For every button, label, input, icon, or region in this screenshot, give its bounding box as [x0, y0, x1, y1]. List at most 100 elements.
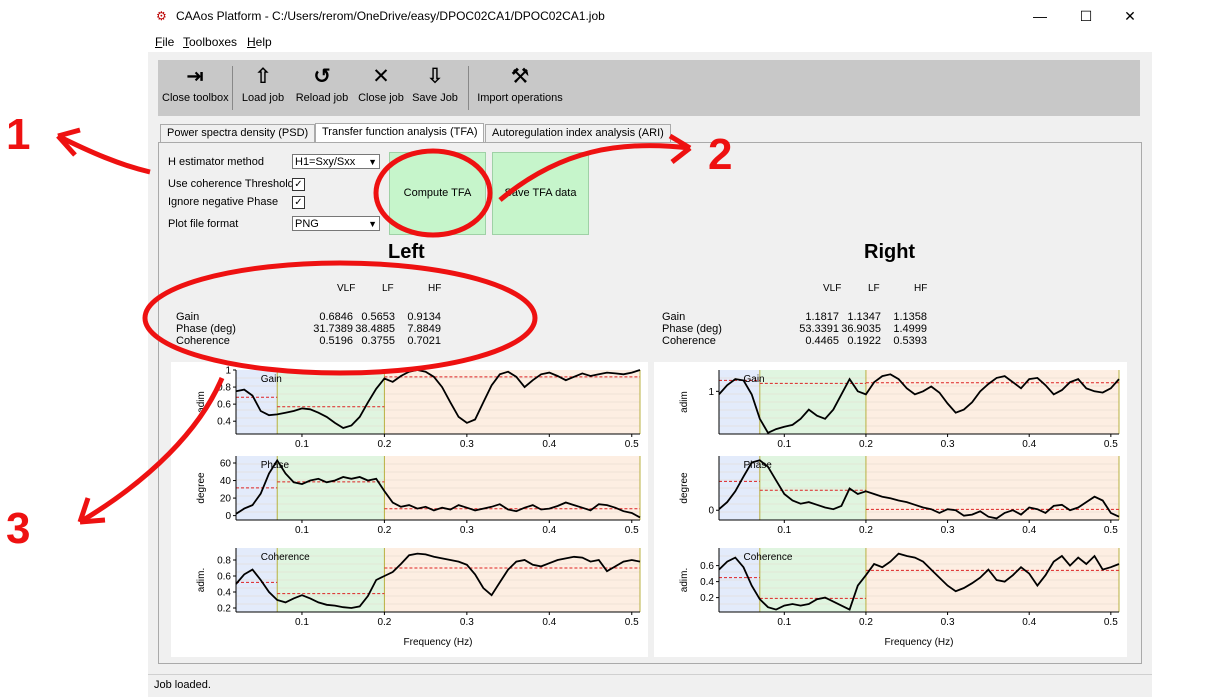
y-tick-label: 0.8 — [217, 556, 231, 567]
minimize-button[interactable]: — — [1018, 4, 1062, 28]
menu-toolboxes[interactable]: Toolboxes — [183, 35, 237, 49]
plot-title: Coherence — [743, 552, 792, 563]
left-plots-svg: 1 0.8 0.6 0.4 0.1 0.2 0.3 0.4 0.5 adim Gain 60 40 20 0… — [196, 366, 641, 648]
left-title: Left — [388, 241, 425, 263]
tab-tfa[interactable]: Transfer function analysis (TFA) — [315, 123, 485, 143]
ignore-negative-phase-checkbox[interactable]: ✓ — [292, 196, 305, 209]
row-coherence-label: Coherence — [176, 335, 230, 347]
row-coherence-label: Coherence — [662, 335, 716, 347]
y-axis-label: adim — [196, 391, 207, 413]
right-coherence-hf: 0.5393 — [893, 335, 927, 347]
row-phase-label: Phase (deg) — [176, 323, 236, 335]
x-tick-label: 0.3 — [941, 617, 955, 628]
close-icon: ✕ — [372, 65, 390, 88]
right-phase-hf: 1.4999 — [893, 323, 927, 335]
plot-title: Coherence — [261, 552, 310, 563]
y-tick-label: 0.6 — [217, 400, 231, 411]
h-estimator-label: H estimator method — [168, 156, 264, 168]
x-tick-label: 0.2 — [859, 439, 873, 450]
compute-tfa-button[interactable]: Compute TFA — [389, 152, 486, 235]
reload-job-button[interactable]: ↺ Reload job — [292, 60, 352, 116]
save-job-button[interactable]: ⇩ Save Job — [410, 60, 460, 116]
x-tick-label: 0.5 — [1104, 439, 1118, 450]
left-gain-hf: 0.9134 — [407, 311, 441, 323]
y-tick-label: 0.4 — [217, 417, 231, 428]
x-tick-label: 0.1 — [295, 525, 309, 536]
app-logo-icon: ⚙ — [156, 9, 167, 23]
coherence-threshold-checkbox[interactable]: ✓ — [292, 178, 305, 191]
menu-bar: File Toolboxes Help — [148, 32, 1152, 52]
right-coherence-vlf: 0.4465 — [805, 335, 839, 347]
col-vlf: VLF — [823, 283, 842, 294]
left-phase-vlf: 31.7389 — [313, 323, 353, 335]
x-axis-label: Frequency (Hz) — [404, 637, 473, 648]
import-operations-button[interactable]: ⚒ Import operations — [474, 60, 566, 116]
status-text: Job loaded. — [154, 679, 211, 691]
menu-help[interactable]: Help — [247, 35, 272, 49]
right-plots-svg: 1 0.1 0.2 0.3 0.4 0.5 adim Gain 0 0.1 0.2 0.3 0.4 0.5… — [679, 370, 1120, 648]
row-gain-label: Gain — [176, 311, 200, 323]
x-tick-label: 0.2 — [859, 617, 873, 628]
x-tick-label: 0.1 — [777, 525, 791, 536]
x-tick-label: 0.5 — [1104, 525, 1118, 536]
plot-title: Gain — [743, 374, 764, 385]
download-icon: ⇩ — [426, 65, 444, 88]
save-tfa-data-button[interactable]: Save TFA data — [492, 152, 589, 235]
y-tick-label: 60 — [220, 459, 232, 470]
right-gain-lf: 1.1347 — [847, 311, 881, 323]
y-axis-label: adim. — [679, 568, 690, 592]
close-window-button[interactable]: ✕ — [1108, 4, 1152, 28]
load-job-button[interactable]: ⇧ Load job — [238, 60, 288, 116]
coherence-threshold-label: Use coherence Threshold — [168, 178, 294, 190]
tab-ari[interactable]: Autoregulation index analysis (ARI) — [485, 124, 671, 142]
left-coherence-vlf: 0.5196 — [319, 335, 353, 347]
x-tick-label: 0.2 — [377, 439, 391, 450]
col-vlf: VLF — [337, 283, 356, 294]
x-tick-label: 0.3 — [941, 525, 955, 536]
col-hf: HF — [914, 283, 928, 294]
h-estimator-select[interactable]: H1=Sxy/Sxx ▼ — [292, 154, 380, 169]
left-plot-area: 1 0.8 0.6 0.4 0.1 0.2 0.3 0.4 0.5 adim Gain 60 40 20 0… — [171, 362, 648, 657]
row-phase-label: Phase (deg) — [662, 323, 722, 335]
window-title: CAAos Platform - C:/Users/rerom/OneDrive… — [176, 9, 605, 23]
left-phase-hf: 7.8849 — [407, 323, 441, 335]
x-tick-label: 0.1 — [295, 439, 309, 450]
close-toolbox-button[interactable]: ⇥ Close toolbox — [162, 60, 229, 116]
x-tick-label: 0.4 — [542, 439, 556, 450]
x-tick-label: 0.4 — [1022, 439, 1036, 450]
plot-title: Phase — [261, 460, 290, 471]
plot-format-select[interactable]: PNG ▼ — [292, 216, 380, 231]
right-gain-hf: 1.1358 — [893, 311, 927, 323]
left-phase-lf: 38.4885 — [355, 323, 395, 335]
y-tick-label: 0 — [225, 511, 231, 522]
y-tick-label: 0.8 — [217, 383, 231, 394]
annotation-1: 1 — [6, 110, 31, 159]
x-tick-label: 0.3 — [460, 525, 474, 536]
x-tick-label: 0.3 — [460, 617, 474, 628]
annotation-2: 2 — [708, 130, 733, 179]
annotation-3: 3 — [6, 504, 31, 553]
y-tick-label: 1 — [708, 387, 714, 398]
y-axis-label: degree — [679, 472, 690, 504]
x-tick-label: 0.1 — [295, 617, 309, 628]
toolbar-separator — [232, 66, 233, 110]
left-gain-lf: 0.5653 — [361, 311, 395, 323]
y-axis-label: adim. — [196, 568, 207, 592]
title-bar: ⚙ CAAos Platform - C:/Users/rerom/OneDri… — [148, 0, 1152, 32]
x-tick-label: 0.5 — [625, 617, 639, 628]
y-tick-label: 0 — [708, 506, 714, 517]
x-tick-label: 0.2 — [377, 617, 391, 628]
y-tick-label: 0.4 — [217, 588, 231, 599]
plot-title: Gain — [261, 374, 282, 385]
arrow-1-head — [56, 127, 81, 157]
toolbar: ⇥ Close toolbox ⇧ Load job ↺ Reload job … — [158, 60, 1140, 116]
tab-psd[interactable]: Power spectra density (PSD) — [160, 124, 316, 142]
arrow-1 — [56, 133, 151, 175]
maximize-button[interactable]: ☐ — [1064, 4, 1108, 28]
y-axis-label: adim — [679, 391, 690, 413]
x-axis-label: Frequency (Hz) — [885, 637, 954, 648]
menu-file[interactable]: File — [155, 35, 174, 49]
right-plot-area: 1 0.1 0.2 0.3 0.4 0.5 adim Gain 0 0.1 0.2 0.3 0.4 0.5… — [654, 362, 1127, 657]
col-lf: LF — [382, 283, 394, 294]
close-job-button[interactable]: ✕ Close job — [356, 60, 406, 116]
